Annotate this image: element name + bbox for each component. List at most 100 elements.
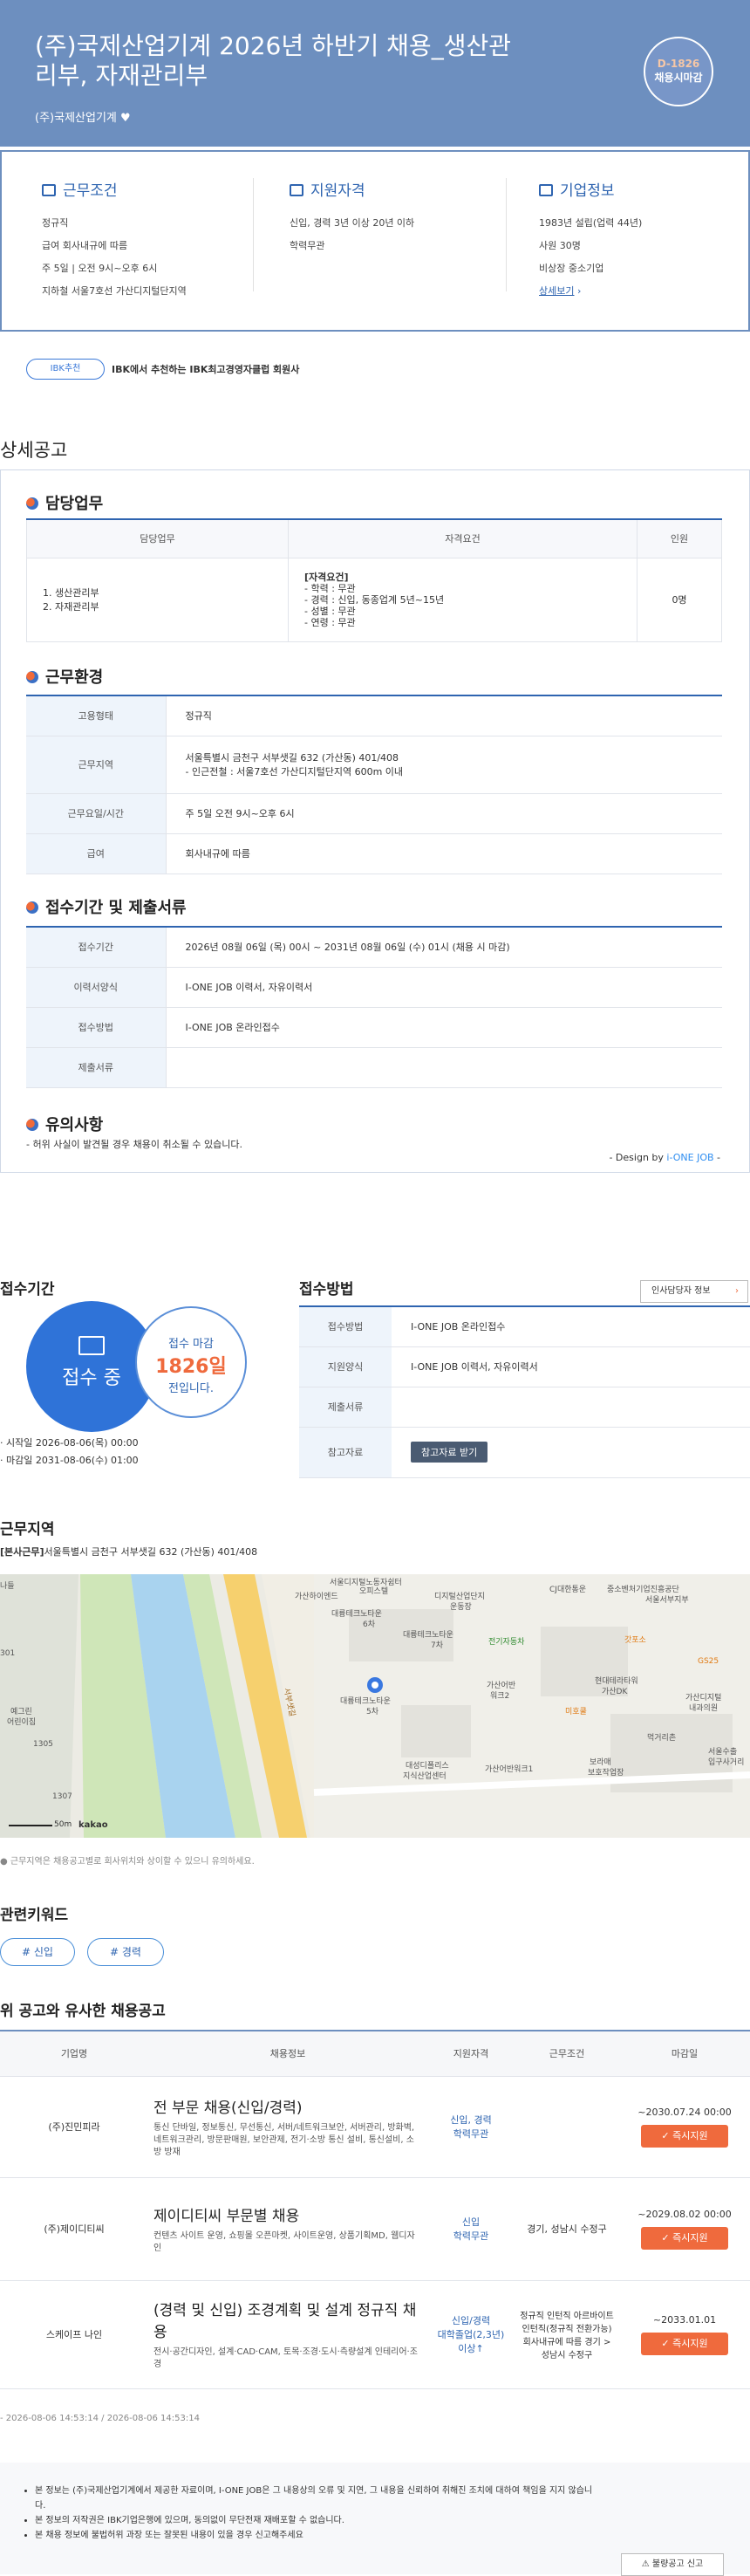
similar-info[interactable]: 제이디티씨 부문별 채용컨텐츠 사이트 운영, 쇼핑몰 오픈마켓, 사이트운영,… xyxy=(148,2177,427,2281)
similar-tags: 컨텐츠 사이트 운영, 쇼핑몰 오픈마켓, 사이트운영, 상품기획MD, 웹디자… xyxy=(153,2230,415,2253)
method-value xyxy=(392,1387,750,1428)
similar-table: 기업명 채용정보 지원자격 근무조건 마감일 (주)진민피라 전 부문 채용(신… xyxy=(0,2030,750,2389)
duty-table: 담당업무 자격요건 인원 1. 생산관리부 2. 자재관리부 [자격요건] - 학… xyxy=(26,518,722,642)
map-label: GS25 xyxy=(698,1657,719,1666)
deadline-circle: 접수 마감 1826일 전입니다. xyxy=(135,1306,247,1418)
req-line: - 경력 : 신입, 동종업계 5년~15년 xyxy=(304,593,445,606)
design-prefix: - Design by xyxy=(609,1152,667,1163)
detail-section-title: 상세공고 xyxy=(0,440,68,461)
similar-job-title[interactable]: 전 부문 채용(신입/경력) xyxy=(153,2095,422,2117)
similar-info[interactable]: (경력 및 신입) 조경계획 및 설계 정규직 채용 전시·공간디자인, 설계·C… xyxy=(148,2280,427,2389)
period-table: 접수기간 2026년 08월 06일 (목) 00시 ~ 2031년 08월 06… xyxy=(26,926,722,1088)
table-row[interactable]: 스케이프 나인 (경력 및 신입) 조경계획 및 설계 정규직 채용 전시·공간디… xyxy=(0,2280,750,2389)
method-title: 접수방법 xyxy=(299,1281,354,1298)
similar-info[interactable]: 전 부문 채용(신입/경력) 통신 단바일, 정보통신, 무선통신, 서버/네트워… xyxy=(148,2076,427,2178)
apply-now-button[interactable]: ✓ 즉시지원 xyxy=(641,2226,728,2250)
period-key: 제출서류 xyxy=(26,1047,167,1088)
env-heading: 근무환경 xyxy=(26,665,103,688)
similar-header: 지원자격 xyxy=(427,2031,515,2077)
report-label[interactable]: 불량공고 신고 xyxy=(652,2559,703,2569)
heart-icon[interactable]: ♥ xyxy=(120,112,131,125)
table-row[interactable]: (주)진민피라 전 부문 채용(신입/경력) 통신 단바일, 정보통신, 무선통신… xyxy=(0,2076,750,2178)
location-caption: ● 근무지역은 채용공고별로 회사위치와 상이할 수 있으니 유의하세요. xyxy=(0,1857,255,1867)
similar-job-title[interactable]: (경력 및 신입) 조경계획 및 설계 정규직 채용 xyxy=(153,2298,422,2341)
similar-deadline: ~2033.01.01 xyxy=(652,2313,717,2326)
bullet-icon xyxy=(26,1119,38,1131)
check-icon[interactable]: ✓ xyxy=(661,2338,669,2349)
map-label: 6차 xyxy=(363,1620,376,1629)
similar-header: 근무조건 xyxy=(515,2031,619,2077)
company-line: 비상장 중소기업 xyxy=(539,263,604,274)
map-label: 서울서부지부 xyxy=(645,1596,689,1605)
location-address-text: 서울특별시 금천구 서부샛길 632 (가산동) 401/408 xyxy=(44,1546,258,1558)
footer-line: 본 정보의 저작권은 IBK기업은행에 있으며, 동의없이 무단전재 재배포할 … xyxy=(35,2513,602,2528)
chevron-right-icon[interactable]: › xyxy=(735,1281,739,1302)
map-label: 7차 xyxy=(431,1641,444,1650)
similar-qual: 신입 학력무관 xyxy=(427,2177,515,2281)
map-scale: 50m xyxy=(54,1820,72,1829)
similar-company[interactable]: (주)제이디티씨 xyxy=(0,2177,148,2281)
duty-count: 0명 xyxy=(637,557,722,642)
company-info: 기업정보 1983년 설립(업력 44년) 사원 30명 비상장 중소기업 상세… xyxy=(539,178,642,303)
id-card-icon xyxy=(290,184,303,196)
similar-company[interactable]: (주)진민피라 xyxy=(0,2076,148,2178)
company-detail-link[interactable]: 상세보기 xyxy=(539,285,574,297)
hr-info-button[interactable]: 인사담당자 정보 › xyxy=(640,1280,748,1303)
env-key: 근무요일/시간 xyxy=(26,793,167,834)
map-brand: kakao xyxy=(78,1820,108,1830)
map-label: 워크2 xyxy=(490,1692,510,1701)
period-title: 접수기간 및 제출서류 xyxy=(45,899,187,917)
keyword-chip[interactable]: # 경력 xyxy=(87,1938,164,1966)
company-label[interactable]: (주)국제산업기계 xyxy=(35,112,117,125)
divider xyxy=(253,178,254,291)
book-icon xyxy=(78,1336,105,1355)
location-address: [본사근무]서울특별시 금천구 서부샛길 632 (가산동) 401/408 xyxy=(0,1545,257,1559)
report-button[interactable]: ⚠ 불량공고 신고 xyxy=(621,2553,724,2576)
check-icon[interactable]: ✓ xyxy=(661,2232,669,2244)
work-line: 지하철 서울7호선 가산디지털단지역 xyxy=(42,285,187,297)
dday-badge: D-1826 채용시마감 xyxy=(644,37,713,106)
apply-now-label[interactable]: 즉시지원 xyxy=(672,2130,707,2141)
req-title: [자격요건] xyxy=(304,571,349,583)
apply-now-label[interactable]: 즉시지원 xyxy=(672,2338,707,2349)
period-value: 2026년 08월 06일 (목) 00시 ~ 2031년 08월 06일 (수… xyxy=(166,927,722,968)
map-label: 어린이집 xyxy=(7,1718,37,1727)
similar-company[interactable]: 스케이프 나인 xyxy=(0,2280,148,2389)
check-icon[interactable]: ✓ xyxy=(661,2130,669,2141)
apply-now-button[interactable]: ✓ 즉시지원 xyxy=(641,2124,728,2148)
similar-header: 기업명 xyxy=(0,2031,148,2077)
map-label: 오피스텔 xyxy=(359,1587,389,1596)
deadline-label: 접수 마감 xyxy=(168,1338,214,1351)
map-label: 전기자동차 xyxy=(488,1638,525,1647)
timestamp: - 2026-08-06 14:53:14 / 2026-08-06 14:53… xyxy=(0,2414,200,2423)
company-name[interactable]: (주)국제산업기계 ♥ xyxy=(35,108,131,125)
notice-text: - 허위 사실이 발견될 경우 채용이 취소될 수 있습니다. xyxy=(26,1139,242,1150)
period-value: I-ONE JOB 온라인접수 xyxy=(166,1007,722,1048)
method-value: 참고자료 받기 xyxy=(392,1427,750,1478)
job-title: (주)국제산업기계 2026년 하반기 채용_생산관리부, 자재관리부 xyxy=(35,31,511,90)
keyword-chip[interactable]: # 신입 xyxy=(0,1938,75,1966)
duty-header: 인원 xyxy=(637,519,722,558)
work-title: 근무조건 xyxy=(63,182,118,200)
location-map[interactable]: 서울디지털노동자쉼터 오피스텔 가산하이엔드 대륭테크노타운 6차 대륭테크노타… xyxy=(0,1574,750,1838)
work-conditions: 근무조건 정규직 급여 회사내규에 따름 주 5일 | 오전 9시~오후 6시 … xyxy=(42,178,187,303)
chevron-right-icon[interactable]: › xyxy=(577,285,581,297)
notice-heading: 유의사항 xyxy=(26,1113,103,1135)
map-label: 대륭테크노타운 xyxy=(403,1631,453,1640)
duty-tasks: 1. 생산관리부 2. 자재관리부 xyxy=(26,557,289,642)
end-date: · 마감일 2031-08-06(수) 01:00 xyxy=(0,1455,139,1466)
work-line: 정규직 xyxy=(42,217,69,229)
method-key: 참고자료 xyxy=(299,1427,392,1478)
company-line: 사원 30명 xyxy=(539,240,581,251)
download-reference-button[interactable]: 참고자료 받기 xyxy=(411,1442,488,1463)
env-table: 고용형태 정규직 근무지역 서울특별시 금천구 서부샛길 632 (가산동) 401… xyxy=(26,695,722,874)
siren-icon[interactable]: ⚠ xyxy=(642,2559,650,2569)
map-label: 미호쿨 xyxy=(565,1708,587,1716)
apply-now-button[interactable]: ✓ 즉시지원 xyxy=(641,2332,728,2355)
apply-now-label[interactable]: 즉시지원 xyxy=(672,2232,707,2244)
req-line: - 학력 : 무관 xyxy=(304,582,356,594)
table-row[interactable]: (주)제이디티씨 제이디티씨 부문별 채용컨텐츠 사이트 운영, 쇼핑몰 오픈마… xyxy=(0,2177,750,2281)
hr-info-label[interactable]: 인사담당자 정보 xyxy=(651,1286,711,1296)
qual-line: 신입, 경력 3년 이상 20년 이하 xyxy=(290,217,415,229)
similar-job-title[interactable]: 제이디티씨 부문별 채용 xyxy=(153,2203,422,2225)
